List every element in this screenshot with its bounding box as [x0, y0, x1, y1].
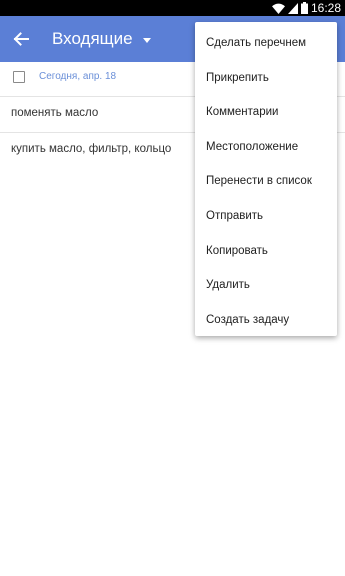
arrow-left-icon[interactable] — [11, 29, 31, 49]
task-text: поменять масло — [11, 107, 99, 119]
overflow-menu: Сделать перечнем Прикрепить Комментарии … — [195, 22, 337, 336]
menu-item-comments[interactable]: Комментарии — [195, 94, 337, 129]
task-text: купить масло, фильтр, кольцо — [11, 143, 172, 155]
status-time: 16:28 — [310, 1, 341, 15]
signal-icon — [287, 2, 298, 14]
page-title: Входящие — [52, 29, 133, 48]
menu-item-label: Комментарии — [206, 106, 279, 119]
menu-item-attach[interactable]: Прикрепить — [195, 60, 337, 95]
menu-item-copy[interactable]: Копировать — [195, 233, 337, 268]
menu-item-send[interactable]: Отправить — [195, 198, 337, 233]
status-bar: 16:28 — [0, 0, 345, 16]
menu-item-label: Отправить — [206, 210, 264, 222]
menu-item-location[interactable]: Местоположение — [195, 129, 337, 164]
menu-item-label: Местоположение — [206, 140, 299, 153]
menu-item-delete[interactable]: Удалить — [195, 267, 337, 302]
status-icons: 16:28 — [271, 1, 341, 15]
menu-item-label: Копировать — [206, 244, 268, 257]
list-selector[interactable]: Входящие — [52, 16, 151, 62]
menu-item-label: Прикрепить — [206, 71, 269, 84]
chevron-down-icon — [142, 37, 151, 43]
menu-item-label: Удалить — [206, 279, 250, 292]
menu-item-label: Перенести в список — [206, 175, 312, 188]
menu-item-label: Создать задачу — [206, 313, 290, 326]
wifi-icon — [271, 3, 285, 14]
menu-item-create-task[interactable]: Создать задачу — [195, 302, 337, 337]
battery-icon — [300, 2, 308, 14]
group-checkbox[interactable] — [13, 71, 25, 83]
menu-item-make-checklist[interactable]: Сделать перечнем — [195, 25, 337, 60]
menu-item-move-to-list[interactable]: Перенести в список — [195, 163, 337, 198]
date-label: Сегодня, апр. 18 — [39, 71, 117, 82]
menu-item-label: Сделать перечнем — [206, 37, 307, 49]
